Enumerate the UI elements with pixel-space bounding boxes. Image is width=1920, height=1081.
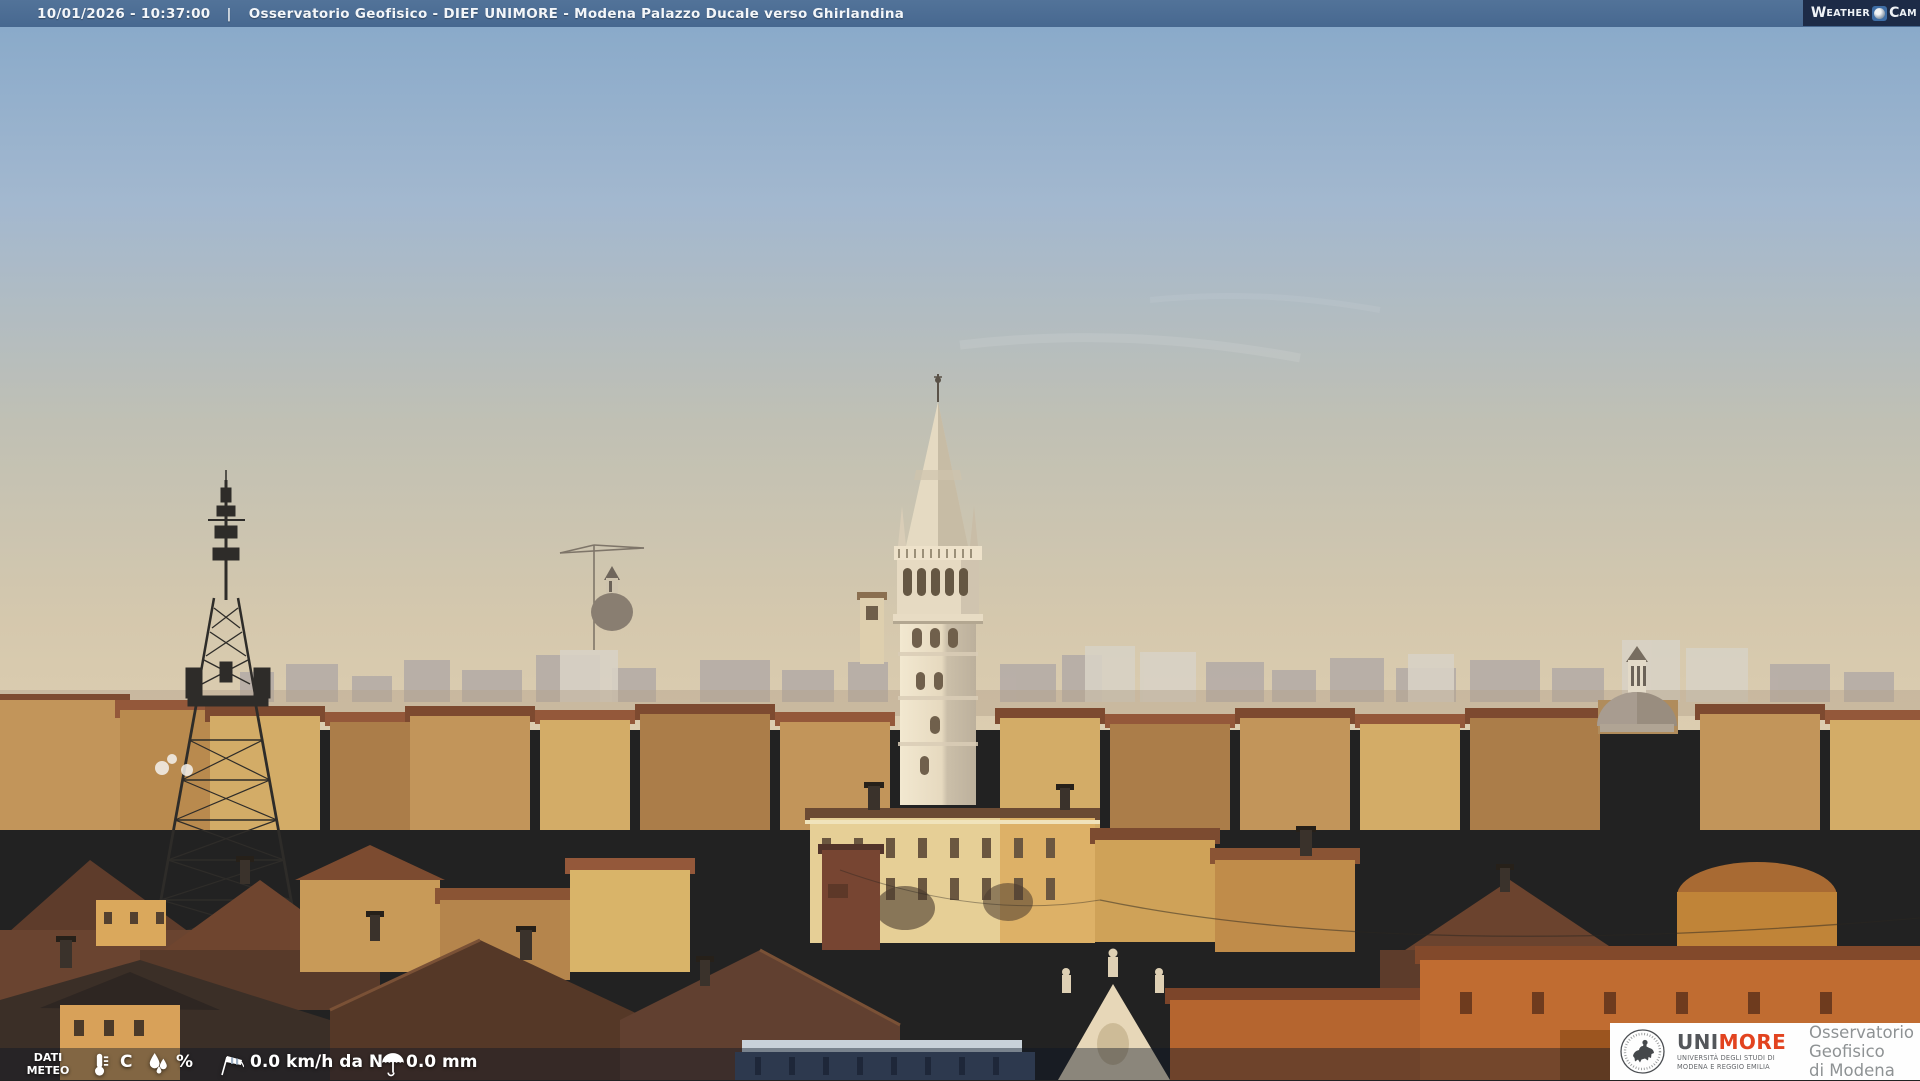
dati-meteo-label: DATI METEO — [26, 1051, 70, 1078]
humidity-unit: % — [176, 1052, 194, 1072]
temperature-unit: C — [120, 1052, 133, 1072]
windsock-icon — [218, 1051, 245, 1077]
timestamp: 10/01/2026 - 10:37:00 — [37, 5, 211, 22]
wind-value: 0.0 km/h da N — [250, 1052, 384, 1072]
camera-title: Osservatorio Geofisico - DIEF UNIMORE - … — [248, 5, 905, 22]
unimore-subtitle: UNIVERSITÀ DEGLI STUDI DI MODENA E REGGI… — [1677, 1054, 1775, 1071]
weathercam-am: AM — [1899, 7, 1917, 19]
unimore-seal-icon — [1620, 1029, 1665, 1074]
weathercam-logo: W EATHER C AM — [1803, 0, 1920, 26]
bell-tower — [857, 592, 887, 664]
unimore-wordmark: UNIMORE UNIVERSITÀ DEGLI STUDI DI MODENA… — [1677, 1032, 1797, 1072]
weathercam-eather: EATHER — [1826, 7, 1871, 19]
title-bar: 10/01/2026 - 10:37:00 | Osservatorio Geo… — [0, 0, 1920, 27]
unimore-logo-card: UNIMORE UNIVERSITÀ DEGLI STUDI DI MODENA… — [1610, 1023, 1920, 1080]
unimore-more: MORE — [1718, 1029, 1787, 1054]
umbrella-icon — [380, 1051, 406, 1077]
droplets-icon — [146, 1051, 172, 1077]
rain-value: 0.0 mm — [406, 1052, 478, 1072]
weathercam-w: W — [1810, 5, 1827, 21]
thermometer-icon — [86, 1051, 112, 1077]
webcam-photo — [0, 0, 1920, 1080]
camera-lens-icon — [1872, 5, 1888, 21]
unimore-uni: UNI — [1677, 1029, 1719, 1054]
weathercam-c: C — [1889, 5, 1900, 21]
separator: | — [226, 5, 232, 22]
osservatorio-label: Osservatorio Geofisico di Modena — [1809, 1022, 1915, 1081]
